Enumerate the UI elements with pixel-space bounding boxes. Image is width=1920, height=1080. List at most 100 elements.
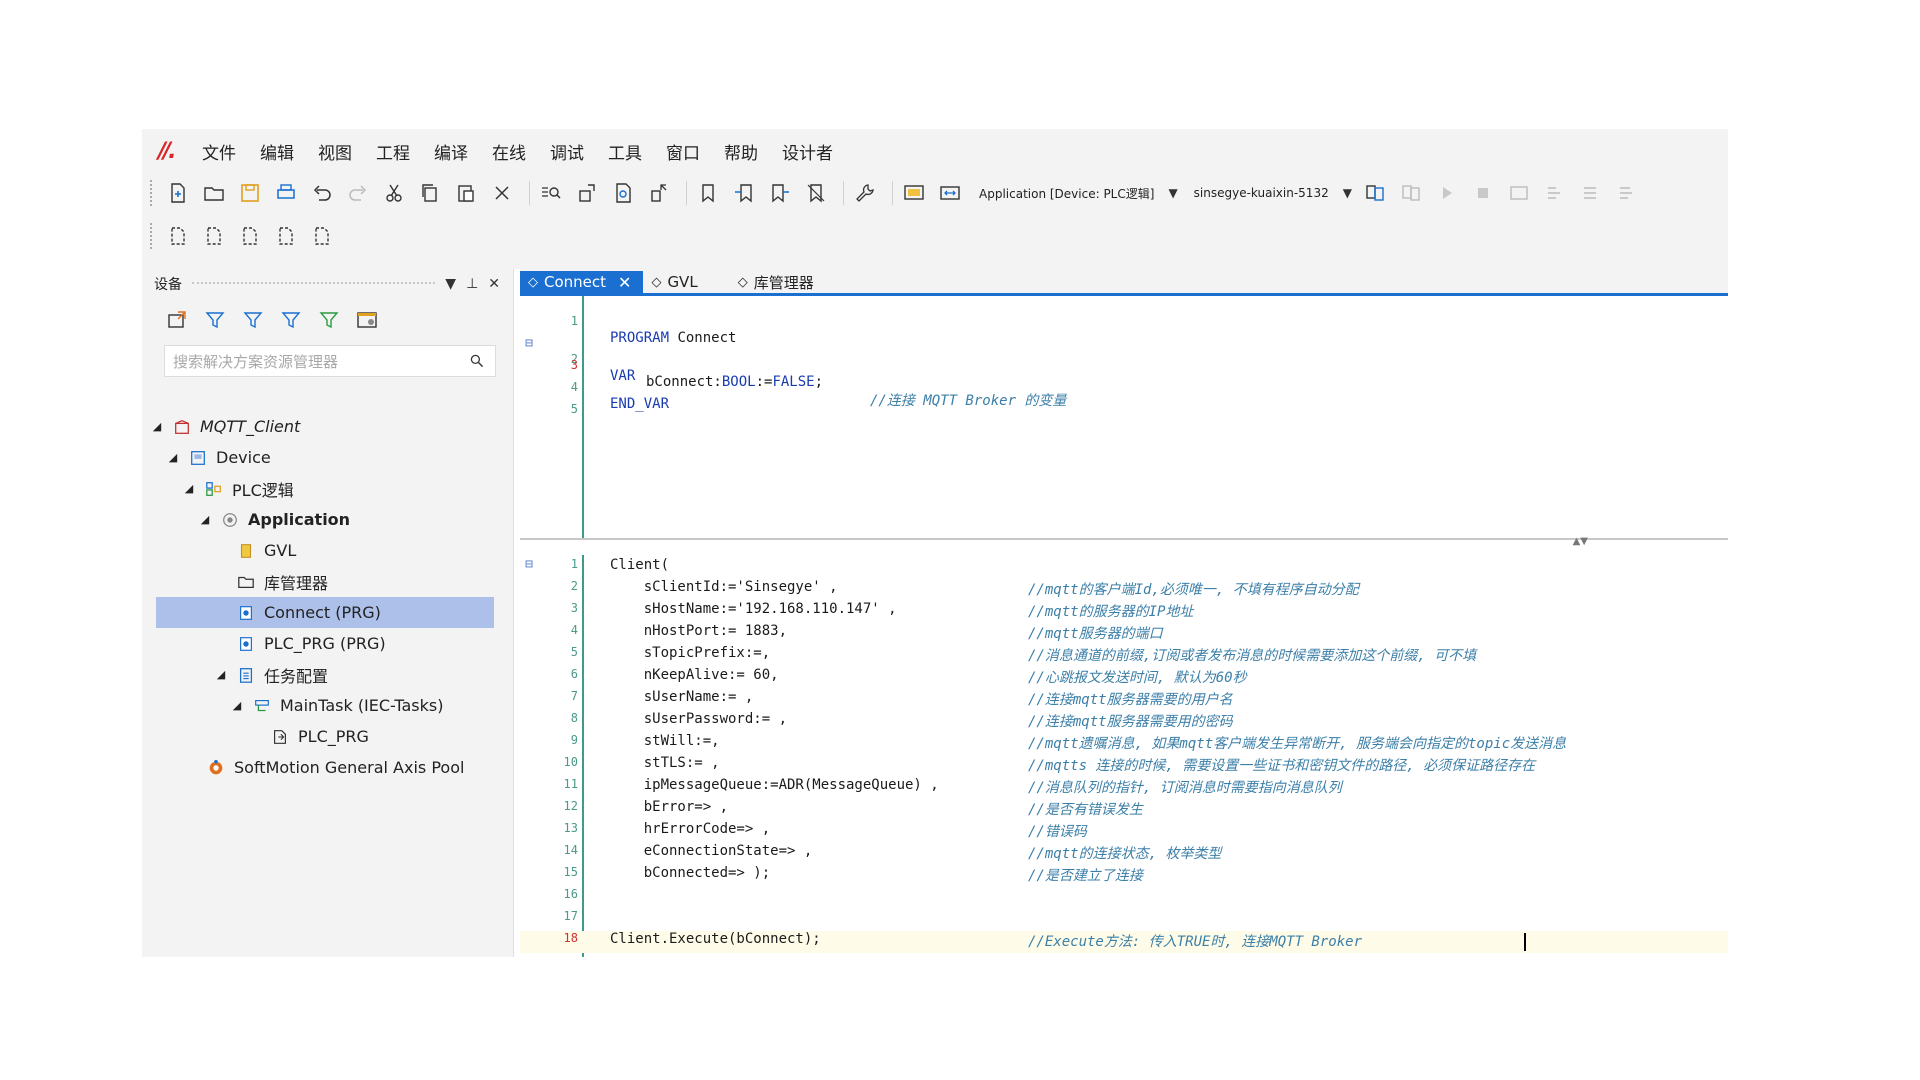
code-line[interactable]: 14 eConnectionState=> , //mqtt的连接状态, 枚举类型 [520,843,1728,865]
solution-search-box[interactable] [164,345,496,377]
code-line[interactable]: 17 [520,909,1728,931]
code-line[interactable]: 7 sUserName:= , //连接mqtt服务器需要的用户名 [520,689,1728,711]
code-line[interactable]: 6 nKeepAlive:= 60, //心跳报文发送时间, 默认为60秒 [520,667,1728,689]
fold-collapse-icon[interactable]: ⊟ [520,557,538,572]
code-line[interactable]: 18 Client.Execute(bConnect); //Execute方法: … [520,931,1728,953]
code-line[interactable]: 8 sUserPassword:= , //连接mqtt服务器需要用的密码 [520,711,1728,733]
header-drag-handle[interactable] [192,282,436,286]
save-icon[interactable] [235,178,265,208]
step-over-icon[interactable] [1540,178,1570,208]
cut-icon[interactable] [379,178,409,208]
next-bookmark-icon[interactable] [765,178,795,208]
filter-icon[interactable] [276,305,306,335]
stop-icon[interactable] [1468,178,1498,208]
menu-edit[interactable]: 编辑 [260,139,294,164]
tree-node-gvl[interactable]: GVL [150,535,510,566]
dashed-page-icon[interactable] [235,221,265,251]
code-line[interactable]: 5 sTopicPrefix:=, //消息通道的前缀,订阅或者发布消息的时候需要… [520,645,1728,667]
tab-connect[interactable]: ◇ Connect ✕ [520,271,644,293]
step-into-icon[interactable] [1576,178,1606,208]
menu-help[interactable]: 帮助 [724,139,758,164]
replace-in-file-icon[interactable] [644,178,674,208]
expand-triangle-icon[interactable]: ◢ [230,699,244,712]
open-folder-icon[interactable] [199,178,229,208]
code-line[interactable]: 15 bConnected=> ); //是否建立了连接 [520,865,1728,887]
dashed-page-icon[interactable] [271,221,301,251]
chevron-down-icon[interactable]: ▼ [1168,186,1177,200]
declaration-pane[interactable]: 1 PROGRAM Connect ⊟ 2 VAR 3 bConnect:BOO… [520,296,1728,538]
redo-icon[interactable] [343,178,373,208]
visualization-icon[interactable] [899,178,929,208]
find-icon[interactable] [536,178,566,208]
code-line[interactable]: 11 ipMessageQueue:=ADR(MessageQueue) , //… [520,777,1728,799]
menu-designer[interactable]: 设计者 [782,139,833,164]
menu-project[interactable]: 工程 [376,139,410,164]
code-line[interactable]: 10 stTLS:= , //mqtts 连接的时候, 需要设置一些证书和密钥文件… [520,755,1728,777]
device-combo[interactable]: sinsegye-kuaixin-5132 ▼ [1194,186,1352,200]
application-combo[interactable]: Application [Device: PLC逻辑] ▼ [979,185,1178,202]
chevron-down-icon[interactable]: ▼ [1343,186,1352,200]
code-line[interactable]: 9 stWill:=, //mqtt遗嘱消息, 如果mqtt客户端发生异常断开, … [520,733,1728,755]
expand-triangle-icon[interactable]: ◢ [198,513,212,526]
tree-node-library-manager[interactable]: 库管理器 [150,566,510,597]
menu-file[interactable]: 文件 [202,139,236,164]
menu-tools[interactable]: 工具 [608,139,642,164]
filter-icon[interactable] [314,305,344,335]
tree-node-application[interactable]: ◢ Application [150,504,510,535]
tree-node-plc-prg-call[interactable]: PLC_PRG [150,721,510,752]
tree-node-task-config[interactable]: ◢ 任务配置 [150,659,510,690]
expand-triangle-icon[interactable]: ◢ [150,420,164,433]
step-out-icon[interactable] [1612,178,1642,208]
filter-icon[interactable] [238,305,268,335]
splitter-arrows-icon[interactable]: ▲▼ [1573,536,1588,547]
replace-icon[interactable] [572,178,602,208]
tab-library-manager[interactable]: ◇ 库管理器 [730,271,826,293]
settings-window-icon[interactable] [352,305,382,335]
tree-node-axis-pool[interactable]: SoftMotion General Axis Pool [150,752,510,783]
dropdown-icon[interactable]: ▼ [445,276,456,292]
clear-bookmarks-icon[interactable] [801,178,831,208]
code-line[interactable]: 1 PROGRAM Connect [520,298,1728,346]
toolbar-grip[interactable] [150,223,155,249]
code-line[interactable]: 3 sHostName:='192.168.110.147' , //mqtt的服… [520,601,1728,623]
search-icon[interactable] [465,349,489,373]
code-line[interactable]: 3 bConnect:BOOL:=FALSE; //连接 MQTT Broker… [520,342,1728,409]
code-line[interactable]: 4 END_VAR [520,364,1728,412]
code-line[interactable]: 4 nHostPort:= 1883, //mqtt服务器的端口 [520,623,1728,645]
filter-icon[interactable] [200,305,230,335]
menu-view[interactable]: 视图 [318,139,352,164]
expand-triangle-icon[interactable]: ◢ [166,451,180,464]
expand-triangle-icon[interactable]: ◢ [214,668,228,681]
tree-node-plc-logic[interactable]: ◢ PLC逻辑 [150,473,510,504]
code-line[interactable]: 12 bError=> , //是否有错误发生 [520,799,1728,821]
close-icon[interactable]: ✕ [618,273,631,292]
implementation-pane[interactable]: ⊟ 1 Client(2 sClientId:='Sinsegye' , //mqtt… [520,555,1728,957]
pin-icon[interactable]: ⊥ [466,276,478,292]
expand-triangle-icon[interactable]: ◢ [182,482,196,495]
start-icon[interactable] [1432,178,1462,208]
tree-node-connect-prg[interactable]: Connect (PRG) [156,597,494,628]
print-icon[interactable] [271,178,301,208]
bracket-icon[interactable] [935,178,965,208]
bookmark-icon[interactable] [693,178,723,208]
dashed-page-icon[interactable] [307,221,337,251]
close-icon[interactable]: ✕ [488,276,500,292]
menu-online[interactable]: 在线 [492,139,526,164]
toolbar-grip[interactable] [150,180,155,206]
tree-node-plc-prg[interactable]: PLC_PRG (PRG) [150,628,510,659]
menu-build[interactable]: 编译 [434,139,468,164]
export-icon[interactable] [162,305,192,335]
login-icon[interactable] [1360,178,1390,208]
tree-node-project[interactable]: ◢ MQTT_Client [150,411,510,442]
code-line[interactable]: 13 hrErrorCode=> , //错误码 [520,821,1728,843]
reset-icon[interactable] [1504,178,1534,208]
code-line[interactable]: 5 [520,386,1728,416]
tree-node-maintask[interactable]: ◢ MainTask (IEC-Tasks) [150,690,510,721]
code-line[interactable]: ⊟ 1 Client( [520,557,1728,579]
dashed-page-icon[interactable] [199,221,229,251]
new-file-icon[interactable] [163,178,193,208]
menu-window[interactable]: 窗口 [666,139,700,164]
tab-gvl[interactable]: ◇ GVL [643,271,709,293]
code-line[interactable]: 16 [520,887,1728,909]
wrench-icon[interactable] [850,178,880,208]
